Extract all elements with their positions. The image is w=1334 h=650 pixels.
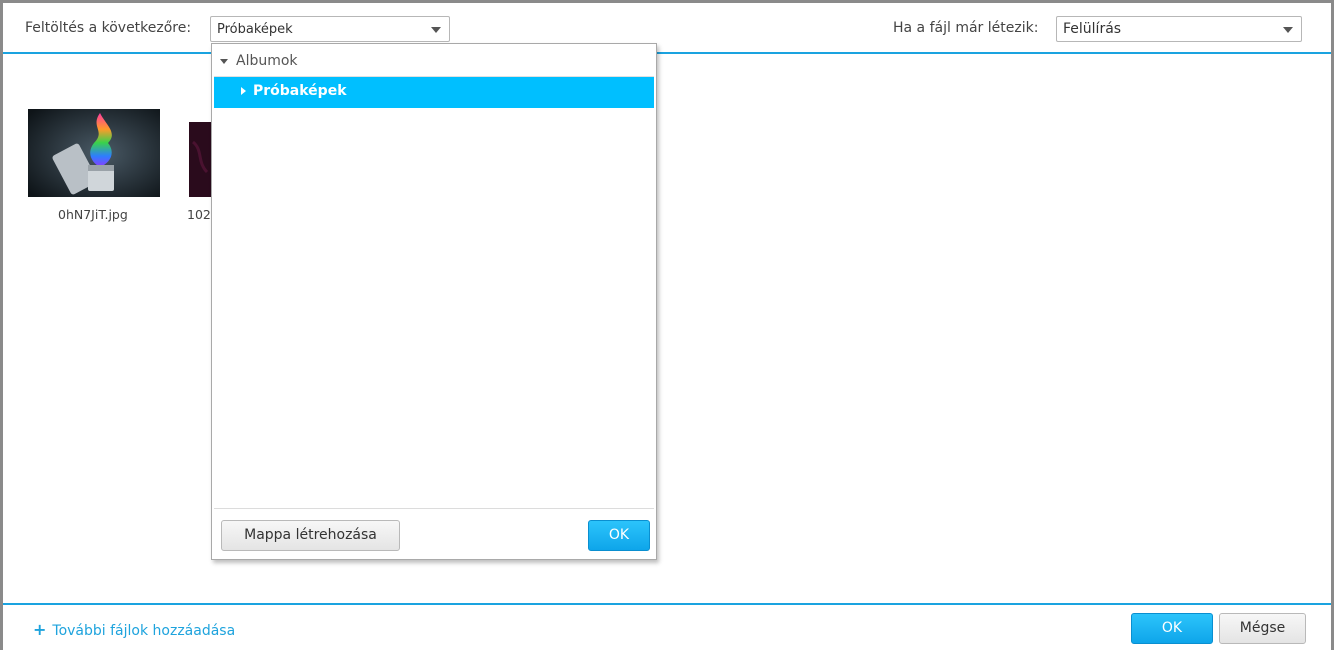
dark-photo-icon: [189, 122, 213, 197]
add-more-files-label: További fájlok hozzáadása: [52, 623, 236, 639]
chevron-down-icon: [431, 27, 441, 33]
thumbnail-item[interactable]: 0hN7JiT.jpg: [28, 109, 160, 222]
ok-button[interactable]: OK: [1131, 613, 1213, 644]
plus-icon: +: [33, 620, 47, 639]
if-exists-value: Felülírás: [1063, 21, 1122, 37]
tree-root-label: Albumok: [236, 53, 298, 69]
thumbnail-filename: 0hN7JiT.jpg: [58, 207, 128, 222]
upload-to-label: Feltöltés a következőre:: [25, 20, 192, 36]
caret-right-icon: [241, 87, 246, 95]
if-exists-label: Ha a fájl már létezik:: [893, 20, 1039, 36]
header-divider: [3, 52, 1331, 54]
chevron-down-icon: [1283, 27, 1293, 33]
add-more-files-link[interactable]: + További fájlok hozzáadása: [33, 620, 235, 639]
dropdown-ok-button[interactable]: OK: [588, 520, 650, 551]
tree-item-label: Próbaképek: [253, 83, 347, 99]
cancel-button[interactable]: Mégse: [1219, 613, 1306, 644]
dropdown-footer-divider: [214, 508, 654, 509]
upload-destination-value: Próbaképek: [217, 22, 293, 37]
album-tree-dropdown: Albumok Próbaképek Mappa létrehozása OK: [211, 43, 657, 560]
footer-divider: [3, 603, 1331, 605]
dialog-frame: [0, 0, 1334, 650]
if-exists-select[interactable]: Felülírás: [1056, 16, 1302, 42]
caret-down-icon: [220, 59, 228, 64]
create-folder-button[interactable]: Mappa létrehozása: [221, 520, 400, 551]
lighter-photo-icon: [28, 109, 160, 197]
upload-destination-select[interactable]: Próbaképek: [210, 16, 450, 42]
thumbnail-filename: 102: [187, 207, 211, 222]
tree-item-probakepek[interactable]: Próbaképek: [214, 77, 654, 108]
